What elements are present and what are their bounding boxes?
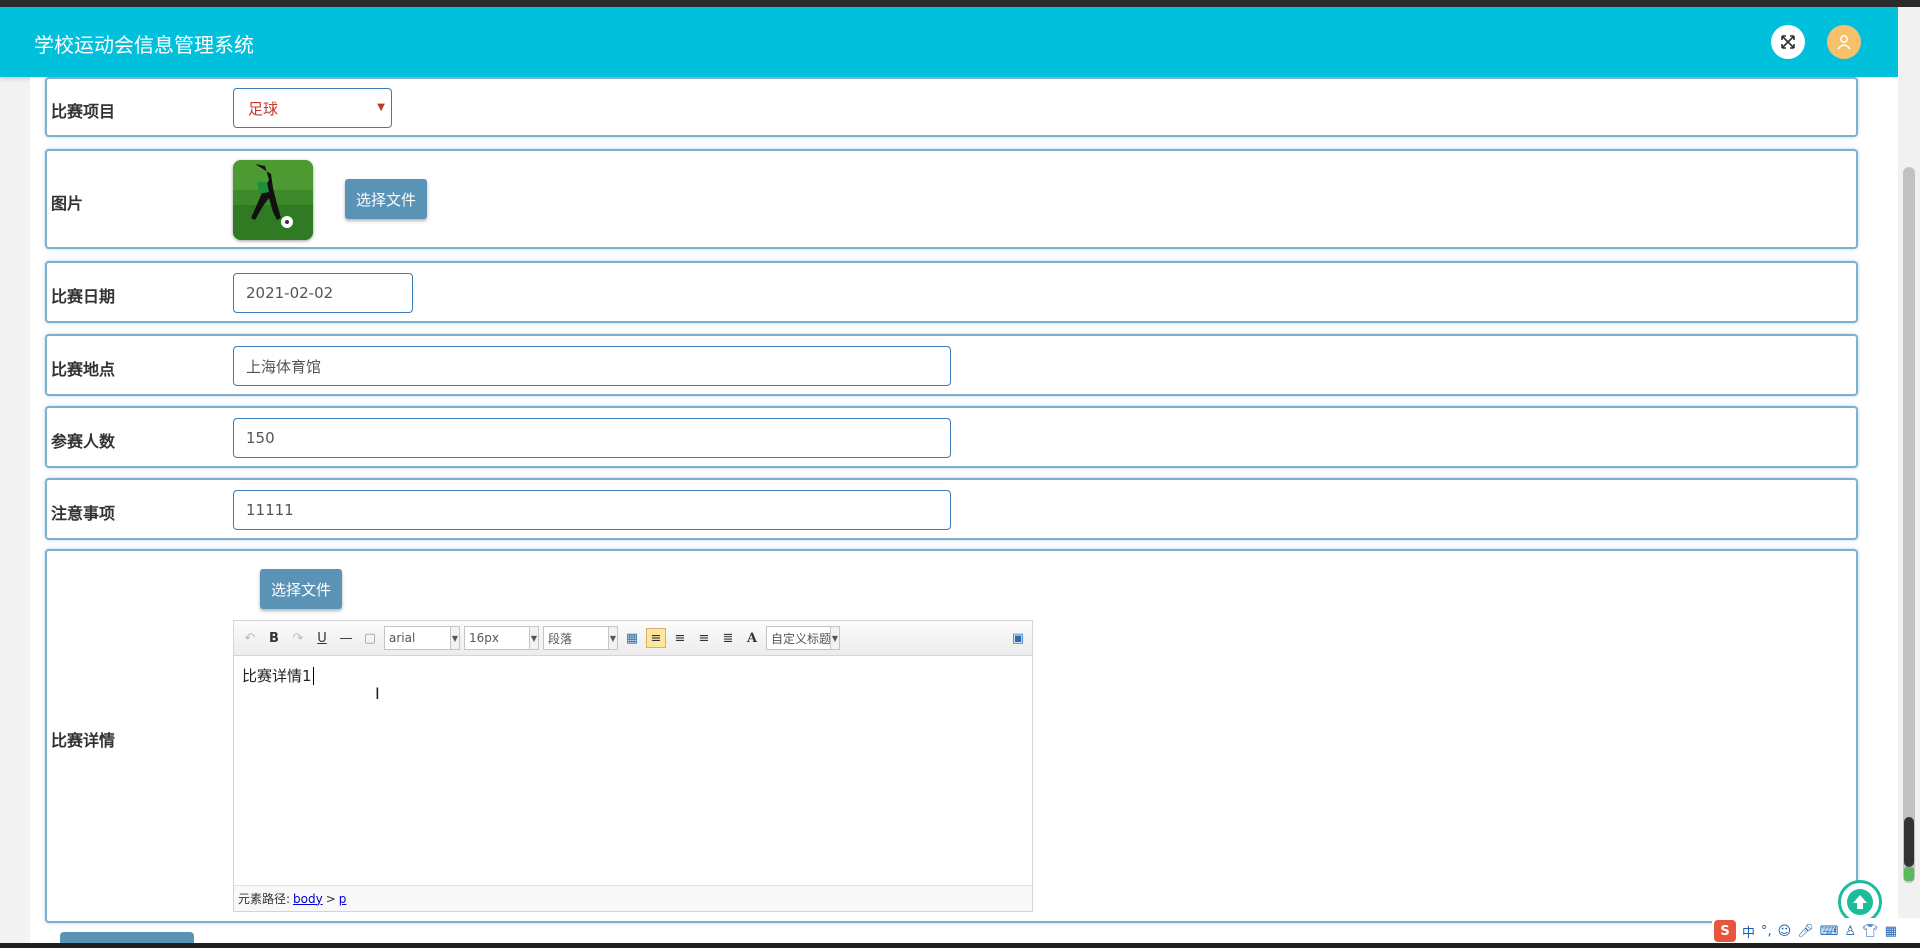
ime-punctuation[interactable]: °, — [1761, 924, 1772, 939]
person-icon[interactable]: ♙ — [1845, 924, 1857, 939]
scrollbar-marker — [1904, 817, 1914, 867]
event-select[interactable]: 足球 ▼ — [233, 88, 392, 128]
path-body-link[interactable]: body — [293, 892, 323, 906]
undo-icon[interactable]: ↶ — [240, 628, 260, 648]
preview-icon[interactable]: ▣ — [1008, 628, 1028, 648]
font-size-select[interactable]: 16px ▼ — [464, 626, 539, 650]
editor-toolbar: ↶ B ↷ U — ▢ arial ▼ 16px ▼ 段落 ▼ ▦ ≡ ≡ ≡ … — [234, 621, 1032, 656]
keyboard-icon[interactable]: ⌨ — [1820, 924, 1839, 939]
align-center-icon[interactable]: ≡ — [694, 628, 714, 648]
row-notes: 注意事项 11111 — [45, 478, 1858, 540]
align-left-icon[interactable]: ≡ — [646, 628, 666, 648]
dropdown-arrow-icon: ▼ — [830, 627, 839, 649]
date-input[interactable]: 2021-02-02 — [233, 273, 413, 313]
table-icon[interactable]: ▦ — [622, 628, 642, 648]
app-title: 学校运动会信息管理系统 — [34, 33, 254, 57]
grid-icon[interactable]: ▦ — [1885, 924, 1897, 939]
details-label: 比赛详情 — [51, 731, 116, 750]
font-family-value: arial — [389, 631, 416, 645]
fullscreen-button[interactable] — [1771, 25, 1805, 59]
row-location: 比赛地点 上海体育馆 — [45, 334, 1858, 396]
ibeam-cursor-icon: I — [375, 684, 380, 703]
custom-heading-select[interactable]: 自定义标题 ▼ — [766, 626, 840, 650]
chevron-down-icon: ▼ — [377, 102, 385, 113]
microphone-icon[interactable]: 🎤︎ — [1797, 924, 1814, 939]
app-header: 学校运动会信息管理系统 — [0, 7, 1898, 77]
user-icon — [1837, 35, 1851, 50]
ime-mode[interactable]: 中 — [1742, 922, 1755, 941]
emoji-icon[interactable]: ☺ — [1778, 924, 1792, 939]
image-choose-file-button[interactable]: 选择文件 — [345, 179, 428, 219]
date-label: 比赛日期 — [51, 287, 116, 306]
page-scrollbar[interactable] — [1898, 7, 1920, 943]
participants-input[interactable]: 150 — [233, 418, 951, 458]
redo-icon[interactable]: ↷ — [288, 628, 308, 648]
bold-icon[interactable]: B — [264, 628, 284, 648]
text-caret — [312, 667, 314, 685]
event-label: 比赛项目 — [51, 102, 116, 121]
font-family-select[interactable]: arial ▼ — [384, 626, 460, 650]
scrollbar-thumb[interactable] — [1903, 167, 1915, 883]
align-justify-icon[interactable]: ≣ — [718, 628, 738, 648]
rich-text-editor: ↶ B ↷ U — ▢ arial ▼ 16px ▼ 段落 ▼ ▦ ≡ ≡ ≡ … — [233, 620, 1033, 912]
event-select-value: 足球 — [248, 99, 279, 118]
sogou-ime-icon[interactable]: S — [1714, 920, 1736, 942]
taskbar-strip — [0, 943, 1920, 948]
location-input[interactable]: 上海体育馆 — [233, 346, 951, 386]
location-label: 比赛地点 — [51, 360, 116, 379]
row-image: 图片 选择文件 — [45, 149, 1858, 249]
path-p-link[interactable]: p — [339, 892, 347, 906]
horizontal-rule-icon[interactable]: — — [336, 628, 356, 648]
notes-label: 注意事项 — [51, 504, 116, 523]
event-image-thumbnail — [233, 160, 313, 240]
image-label: 图片 — [51, 194, 84, 213]
dropdown-arrow-icon: ▼ — [608, 627, 617, 649]
user-avatar-button[interactable] — [1827, 25, 1861, 59]
row-event: 比赛项目 足球 ▼ — [45, 77, 1858, 137]
row-details: 比赛详情 选择文件 ↶ B ↷ U — ▢ arial ▼ 16px ▼ 段落 — [45, 549, 1858, 923]
arrow-up-icon — [1847, 889, 1873, 915]
font-size-value: 16px — [469, 631, 499, 645]
form-container: 比赛项目 足球 ▼ 图片 选择文件 比赛日期 2021-02-02 比赛地点 上… — [30, 77, 1898, 948]
paragraph-value: 段落 — [548, 631, 573, 646]
football-player-image — [233, 160, 313, 240]
window-top-strip — [0, 0, 1920, 7]
editor-text: 比赛详情1 — [242, 667, 312, 685]
align-right-icon[interactable]: ≡ — [670, 628, 690, 648]
system-tray: S 中 °, ☺ 🎤︎ ⌨ ♙ 👕︎ ▦ — [1712, 918, 1920, 944]
custom-heading-value: 自定义标题 — [771, 631, 832, 646]
editor-element-path: 元素路径: body > p — [234, 885, 1032, 911]
font-color-icon[interactable]: A — [742, 628, 762, 648]
expand-icon — [1781, 35, 1795, 49]
dropdown-arrow-icon: ▼ — [529, 627, 538, 649]
dropdown-arrow-icon: ▼ — [450, 627, 459, 649]
element-path-label: 元素路径: — [238, 892, 291, 906]
details-choose-file-button[interactable]: 选择文件 — [260, 569, 343, 609]
scrollbar-marker-green — [1904, 867, 1914, 881]
editor-content[interactable]: 比赛详情1 — [242, 665, 314, 686]
row-date: 比赛日期 2021-02-02 — [45, 261, 1858, 323]
shirt-icon[interactable]: 👕︎ — [1862, 924, 1879, 939]
row-participants: 参赛人数 150 — [45, 406, 1858, 468]
participants-label: 参赛人数 — [51, 432, 116, 451]
notes-input[interactable]: 11111 — [233, 490, 951, 530]
page-icon[interactable]: ▢ — [360, 628, 380, 648]
underline-icon[interactable]: U — [312, 628, 332, 648]
paragraph-select[interactable]: 段落 ▼ — [543, 626, 618, 650]
path-separator: > — [325, 891, 336, 906]
